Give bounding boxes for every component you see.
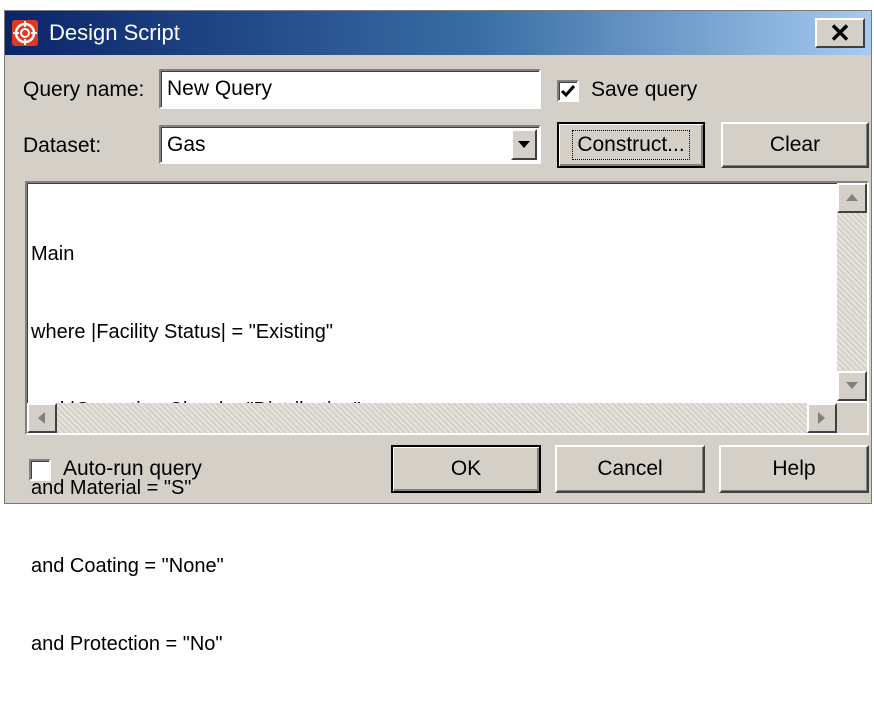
script-line: Main (31, 243, 75, 265)
auto-run-label: Auto-run query (63, 457, 202, 480)
dataset-label: Dataset: (23, 134, 102, 157)
ok-button[interactable]: OK (391, 445, 541, 493)
script-line: and Coating = "None" (31, 555, 224, 577)
clear-label: Clear (769, 133, 821, 156)
horizontal-scrollbar[interactable] (27, 403, 837, 433)
dataset-select[interactable]: Gas (159, 125, 541, 164)
scroll-up-icon (846, 194, 858, 201)
scroll-down-icon (846, 382, 858, 389)
cancel-button[interactable]: Cancel (555, 445, 705, 493)
ok-label: OK (450, 457, 482, 480)
close-icon: ✕ (829, 17, 851, 48)
query-name-label: Query name: (23, 78, 145, 101)
window-title: Design Script (49, 20, 180, 45)
dataset-dropdown-button[interactable] (511, 129, 537, 160)
script-text[interactable]: Main where |Facility Status| = "Existing… (31, 189, 361, 709)
scroll-right-icon (818, 412, 825, 424)
query-name-input[interactable]: New Query (159, 69, 541, 109)
dropdown-arrow-icon (518, 140, 530, 148)
title-bar[interactable]: Design Script ✕ (5, 11, 871, 55)
scroll-down-button[interactable] (837, 371, 867, 401)
script-line: where |Facility Status| = "Existing" (31, 321, 333, 343)
script-editor[interactable]: Main where |Facility Status| = "Existing… (25, 181, 869, 655)
cancel-label: Cancel (597, 457, 663, 480)
design-script-dialog: Design Script ✕ Query name: New Query Sa… (4, 10, 872, 655)
script-line: and Protection = "No" (31, 633, 223, 655)
save-query-checkbox[interactable] (557, 80, 579, 102)
scroll-right-button[interactable] (807, 403, 837, 433)
close-button[interactable]: ✕ (815, 18, 865, 48)
clear-button[interactable]: Clear (721, 122, 869, 168)
top-edge-strip (0, 0, 874, 10)
auto-run-checkbox[interactable] (29, 459, 51, 481)
save-query-label: Save query (591, 78, 698, 101)
construct-label: Construct... (572, 130, 690, 160)
checkmark-icon (560, 85, 576, 98)
help-label: Help (772, 457, 816, 480)
scroll-left-button[interactable] (27, 403, 57, 433)
scroll-up-button[interactable] (837, 183, 867, 213)
app-target-icon (12, 20, 38, 46)
construct-button[interactable]: Construct... (557, 122, 705, 168)
query-name-value: New Query (167, 77, 273, 100)
vertical-scrollbar[interactable] (837, 183, 867, 401)
scroll-left-icon (38, 412, 45, 424)
help-button[interactable]: Help (719, 445, 869, 493)
scrollbar-corner (837, 403, 867, 433)
dataset-value: Gas (167, 132, 206, 156)
